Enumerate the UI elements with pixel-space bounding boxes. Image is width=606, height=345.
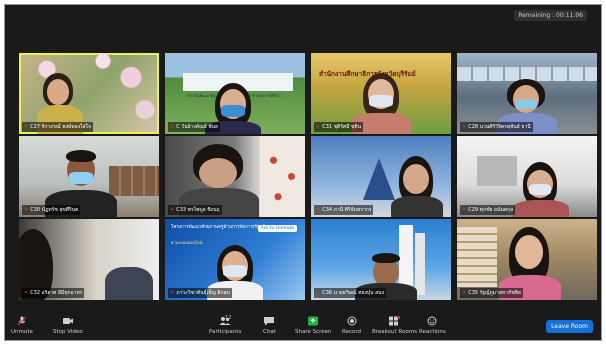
participant-body <box>513 200 569 217</box>
record-button[interactable]: Record <box>342 316 361 335</box>
mic-muted-icon: ✕ <box>462 124 467 130</box>
video-tile-10[interactable]: โครงการพัฒนาศักยภาพครูด้านการจัดการเรียน… <box>165 219 305 300</box>
participant-name-label: ✕ C35 รัฐญ์ภูมาสทาภัชพิล <box>460 288 523 298</box>
top-bar: Remaining : 00:11:06 <box>5 5 601 25</box>
breakout-rooms-icon <box>389 316 401 326</box>
share-screen-label: Share Screen <box>295 329 332 335</box>
participants-count: 12 <box>225 315 232 321</box>
wall-background <box>477 156 517 186</box>
video-tile-8[interactable]: ✕ C29 ศุภชัย อนันตกุล <box>457 136 597 217</box>
remaining-time-badge: Remaining : 00:11:06 <box>514 10 587 21</box>
participant-name-label: ✕ C28 นวนศิริวิจิตรตุพันธ์ ธานี <box>460 122 533 132</box>
monument-background <box>415 233 425 295</box>
video-tile-7[interactable]: ✕ C34 ภานี ศิริจันทรากร <box>311 136 451 217</box>
mic-muted-icon: ✕ <box>24 290 29 296</box>
chat-button[interactable]: Chat <box>263 316 276 335</box>
mic-muted-icon: ✕ <box>24 124 29 130</box>
participant-name-label: ✕ C33 พรไพบูล ชิงนฤ <box>168 205 222 215</box>
participant-name-label: ✕ C31 ชุติรัศมี ชุติน <box>314 122 364 132</box>
video-tile-4[interactable]: ✕ C28 นวนศิริวิจิตรตุพันธ์ ธานี <box>457 53 597 134</box>
video-tile-6[interactable]: ✕ C33 พรไพบูล ชิงนฤ <box>165 136 305 217</box>
face-mask <box>515 99 537 109</box>
participant-face <box>199 158 237 188</box>
participants-button[interactable]: Participants 12 <box>209 315 242 335</box>
face-mask <box>369 95 393 107</box>
participant-face <box>47 79 69 105</box>
video-tile-3[interactable]: สำนักงานศึกษาธิการจังหวัดบุรีรัมย์ ✕ C31 … <box>311 53 451 134</box>
participant-face <box>403 164 429 194</box>
participant-name-label: ✕ C27 จิราภรณ์ พงษ์ทองใส่ใจ <box>22 122 93 132</box>
reactions-button[interactable]: Reactions <box>419 316 446 335</box>
microphone-muted-icon <box>17 316 27 326</box>
mic-muted-icon: ✕ <box>462 207 467 213</box>
mic-muted-icon: ✕ <box>316 290 321 296</box>
mic-muted-icon: ✕ <box>170 207 175 213</box>
video-tile-9[interactable]: ✕ C32 อริยาศ ลีมีทุกอาทร <box>19 219 159 300</box>
mic-muted-icon: ✕ <box>316 124 321 130</box>
participant-hair <box>372 253 400 263</box>
chat-bubble-icon <box>264 317 275 326</box>
record-label: Record <box>342 329 362 335</box>
face-mask <box>529 184 551 195</box>
mic-muted-icon: ✕ <box>170 290 175 296</box>
video-tile-11[interactable]: ✕ C36 นายธวิษณ์ ทองปุ่น สนง <box>311 219 451 300</box>
face-mask <box>69 172 93 184</box>
video-camera-icon <box>62 318 73 324</box>
participant-name-label: ✕ C34 ภานี ศิริจันทรากร <box>314 205 374 215</box>
mic-muted-icon: ✕ <box>462 290 467 296</box>
participant-name-label: ✕ C32 อริยาศ ลีมีทุกอาทร <box>22 288 85 298</box>
participant-body <box>105 267 153 300</box>
mic-muted-icon: ✕ <box>170 124 175 130</box>
unmute-button[interactable]: Unmute <box>11 316 33 335</box>
face-mask <box>223 265 247 277</box>
leave-room-button[interactable]: Leave Room <box>546 320 593 333</box>
mic-muted-icon: ✕ <box>24 207 29 213</box>
participant-hair <box>66 150 96 162</box>
video-tile-5[interactable]: ✕ C30 นัฏทรัช สุขศีรินต <box>19 136 159 217</box>
zoom-window: Remaining : 00:11:06 ✕ C27 จิราภรณ์ พงษ์ท… <box>4 4 602 341</box>
participant-body <box>391 196 443 217</box>
slide-title: โครงการพัฒนาศักยภาพครูด้านการจัดการเรียน… <box>171 225 265 230</box>
participant-face <box>515 235 543 269</box>
unmute-label: Unmute <box>11 329 33 335</box>
share-screen-icon <box>308 316 319 326</box>
shelf-background <box>457 227 497 287</box>
mic-muted-icon: ✕ <box>316 207 321 213</box>
reactions-smiley-icon <box>427 316 437 326</box>
classroom-desks <box>109 166 159 196</box>
record-icon <box>347 316 356 326</box>
breakout-rooms-label: Breakout Rooms <box>372 329 417 335</box>
reactions-label: Reactions <box>419 329 446 335</box>
participant-name-label: ✕ C วันอ้างคัณย์ พันธ <box>168 122 221 132</box>
building-background <box>363 158 395 200</box>
ask-to-unmute-button[interactable]: Ask to Unmute <box>257 225 297 232</box>
stop-video-button[interactable]: Stop Video <box>53 316 83 335</box>
share-screen-button[interactable]: Share Screen <box>295 316 332 335</box>
face-mask <box>221 105 245 117</box>
participants-label: Participants <box>209 329 242 335</box>
video-tile-1[interactable]: ✕ C27 จิราภรณ์ พงษ์ทองใส่ใจ <box>19 53 159 134</box>
video-tile-12[interactable]: ✕ C35 รัฐญ์ภูมาสทาภัชพิล <box>457 219 597 300</box>
meeting-toolbar: Unmute Stop Video Participants 12 Chat S… <box>5 312 601 340</box>
participant-name-label: ✕ ภาวะวิชาพันธุ์เพ็ญ ลิกสม <box>168 288 232 298</box>
participant-name-label: ✕ C29 ศุภชัย อนันตกุล <box>460 205 516 215</box>
participant-name-label: ✕ C30 นัฏทรัช สุขศีรินต <box>22 205 81 215</box>
curtain-background <box>260 136 305 217</box>
breakout-rooms-button[interactable]: Breakout Rooms <box>372 316 417 335</box>
video-tile-2[interactable]: สถาบันพัฒนาครู คณาจารย์ และบุคลากรทางการ… <box>165 53 305 134</box>
participant-name-label: ✕ C36 นายธวิษณ์ ทองปุ่น สนง <box>314 288 387 298</box>
stop-video-label: Stop Video <box>53 329 83 335</box>
chat-label: Chat <box>263 329 276 335</box>
